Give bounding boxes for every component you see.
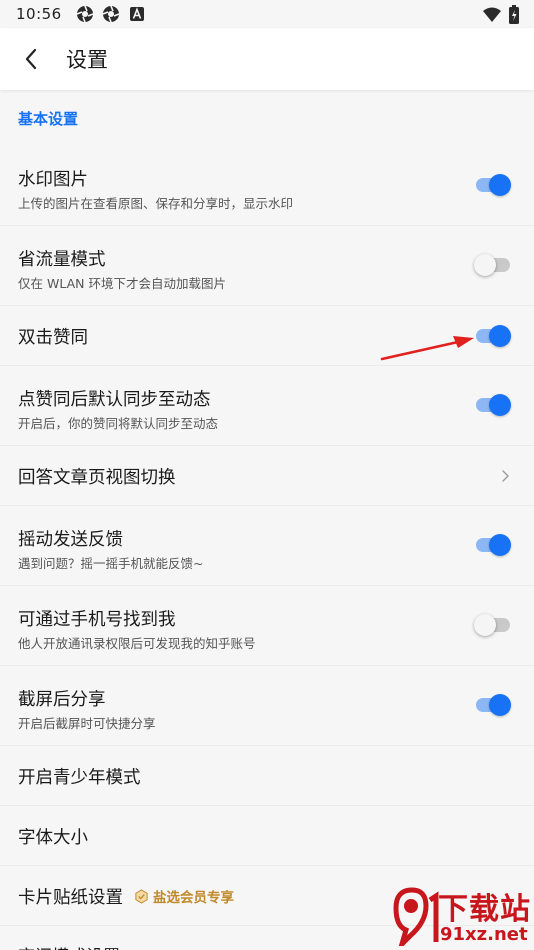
site-watermark: 下载站 91xz.net bbox=[390, 880, 534, 950]
app-bar: 设置 bbox=[0, 28, 534, 90]
setting-title: 双击赞同 bbox=[18, 328, 88, 348]
vip-badge-text: 盐选会员专享 bbox=[153, 890, 234, 906]
setting-title: 可通过手机号找到我 bbox=[18, 610, 176, 630]
setting-title: 开启青少年模式 bbox=[18, 768, 141, 788]
setting-view-switch[interactable]: 回答文章页视图切换 bbox=[0, 446, 534, 506]
vip-hexagon-icon bbox=[135, 888, 148, 904]
setting-watermark-image[interactable]: 水印图片 上传的图片在查看原图、保存和分享时，显示水印 bbox=[0, 146, 534, 226]
setting-title: 摇动发送反馈 bbox=[18, 530, 123, 550]
aperture-icon bbox=[76, 5, 94, 23]
91-logo-icon bbox=[393, 887, 439, 946]
setting-youth-mode[interactable]: 开启青少年模式 bbox=[0, 746, 534, 806]
setting-title: 回答文章页视图切换 bbox=[18, 468, 176, 488]
setting-screenshot-share[interactable]: 截屏后分享 开启后截屏时可快捷分享 bbox=[0, 666, 534, 746]
status-bar: 10:56 bbox=[0, 0, 534, 28]
setting-subtitle: 遇到问题？摇一摇手机就能反馈~ bbox=[18, 556, 204, 571]
setting-title: 字体大小 bbox=[18, 828, 88, 848]
vip-badge: 盐选会员专享 bbox=[134, 886, 234, 906]
setting-subtitle: 开启后截屏时可快捷分享 bbox=[18, 716, 156, 731]
setting-find-by-phone[interactable]: 可通过手机号找到我 他人开放通讯录权限后可发现我的知乎账号 bbox=[0, 586, 534, 666]
setting-title: 点赞同后默认同步至动态 bbox=[18, 390, 211, 410]
setting-title: 卡片贴纸设置 bbox=[18, 888, 123, 908]
data-saver-toggle[interactable] bbox=[474, 252, 512, 278]
watermark-url: 91xz.net bbox=[440, 924, 528, 945]
sync-upvote-toggle[interactable] bbox=[476, 392, 512, 418]
wifi-icon bbox=[483, 7, 501, 22]
setting-data-saver[interactable]: 省流量模式 仅在 WLAN 环境下才会自动加载图片 bbox=[0, 226, 534, 306]
red-arrow-icon bbox=[380, 336, 474, 361]
watermark-text: 下载站 bbox=[438, 892, 531, 927]
chevron-left-icon bbox=[25, 48, 37, 70]
shake-feedback-toggle[interactable] bbox=[476, 532, 512, 558]
aperture-icon bbox=[102, 5, 120, 23]
find-by-phone-toggle[interactable] bbox=[474, 612, 512, 638]
setting-shake-feedback[interactable]: 摇动发送反馈 遇到问题？摇一摇手机就能反馈~ bbox=[0, 506, 534, 586]
setting-title: 夜间模式设置 bbox=[18, 942, 158, 950]
setting-title: 省流量模式 bbox=[18, 250, 106, 270]
a-box-icon bbox=[129, 7, 144, 21]
setting-title: 截屏后分享 bbox=[18, 690, 106, 710]
setting-title: 水印图片 bbox=[18, 170, 88, 190]
setting-subtitle: 开启后，你的赞同将默认同步至动态 bbox=[18, 416, 219, 431]
status-right-group bbox=[482, 5, 520, 25]
section-title: 基本设置 bbox=[18, 110, 79, 128]
back-button[interactable] bbox=[0, 28, 62, 90]
chevron-right-icon bbox=[502, 470, 509, 482]
setting-subtitle: 仅在 WLAN 环境下才会自动加载图片 bbox=[18, 276, 226, 291]
setting-font-size[interactable]: 字体大小 bbox=[0, 806, 534, 866]
status-time: 10:56 bbox=[16, 5, 62, 23]
setting-sync-upvote[interactable]: 点赞同后默认同步至动态 开启后，你的赞同将默认同步至动态 bbox=[0, 366, 534, 446]
battery-icon bbox=[509, 5, 519, 24]
page-title: 设置 bbox=[66, 48, 108, 72]
setting-subtitle: 上传的图片在查看原图、保存和分享时，显示水印 bbox=[18, 196, 294, 211]
settings-list: 水印图片 上传的图片在查看原图、保存和分享时，显示水印 省流量模式 仅在 WLA… bbox=[0, 146, 534, 926]
watermark-toggle[interactable] bbox=[476, 172, 512, 198]
screenshot-share-toggle[interactable] bbox=[476, 692, 512, 718]
setting-subtitle: 他人开放通讯录权限后可发现我的知乎账号 bbox=[18, 636, 256, 651]
double-tap-upvote-toggle[interactable] bbox=[476, 323, 512, 349]
